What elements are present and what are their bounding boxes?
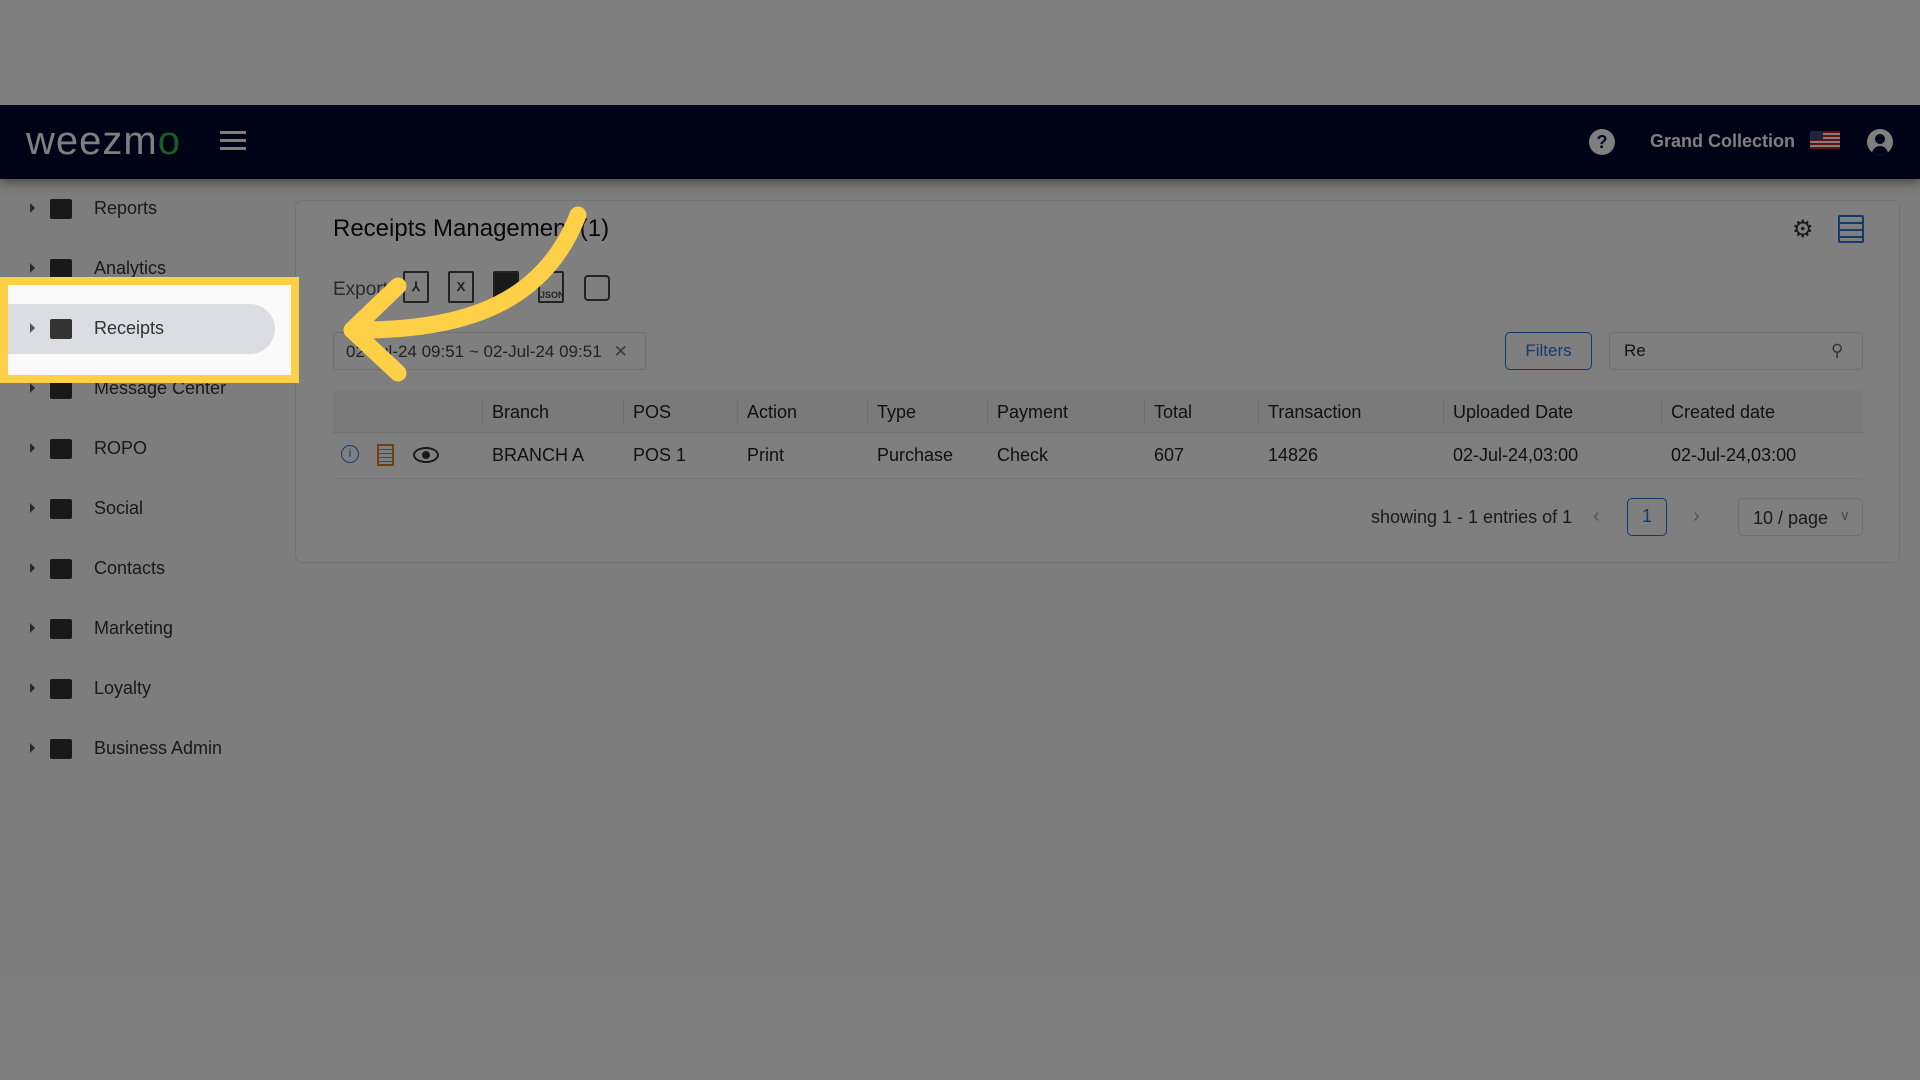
sidebar-item-business-admin[interactable]: Business Admin	[0, 724, 290, 774]
column-header[interactable]: Total	[1143, 400, 1192, 424]
sidebar-item-social[interactable]: Social	[0, 484, 290, 534]
column-header[interactable]: Created date	[1660, 400, 1775, 424]
eye-icon[interactable]	[413, 447, 439, 463]
dashboard-icon	[50, 199, 72, 219]
sidebar-item-loyalty[interactable]: Loyalty	[0, 664, 290, 714]
date-range: 02-Jul-24 09:51 ~ 02-Jul-24 09:51	[346, 342, 602, 361]
top-margin	[0, 0, 1920, 105]
sidebar-item-label: Business Admin	[94, 738, 223, 758]
sidebar-item-label: Loyalty	[94, 678, 152, 698]
caret-right-icon	[30, 263, 35, 273]
contacts-icon	[50, 559, 72, 579]
user-icon[interactable]	[1867, 129, 1893, 155]
brand-name[interactable]: Grand Collection	[1650, 131, 1795, 152]
bar-chart-icon	[50, 259, 72, 279]
caret-right-icon	[30, 323, 35, 333]
us-flag-icon[interactable]	[1810, 131, 1840, 149]
caret-right-icon	[30, 623, 35, 633]
receipts-card: Receipts Management (1) ⚙ Export ⅄ X JSO…	[295, 200, 1900, 563]
chevron-down-icon: ∨	[1839, 507, 1850, 523]
csv-icon[interactable]	[493, 271, 519, 303]
column-header[interactable]: POS	[622, 400, 671, 424]
sidebar-item-ropo[interactable]: ROPO	[0, 424, 290, 474]
caret-right-icon	[30, 743, 35, 753]
logo[interactable]: weezmo	[26, 119, 181, 164]
help-icon[interactable]: ?	[1589, 129, 1615, 155]
caret-right-icon	[30, 203, 35, 213]
page-size-value: 10 / page	[1753, 508, 1829, 528]
table-row[interactable]: i BRANCH A POS 1 Print Purchase Check 607 1482…	[333, 433, 1863, 479]
column-header[interactable]: Type	[866, 400, 916, 424]
table-cell: 02-Jul-24,03:00	[1671, 445, 1797, 465]
export-label: Export	[333, 279, 388, 300]
column-header[interactable]: Transaction	[1257, 400, 1361, 424]
menu-icon[interactable]	[220, 131, 246, 151]
print-icon[interactable]	[584, 275, 610, 301]
table-cell: Check	[997, 445, 1049, 465]
sidebar-item-receipts[interactable]: Receipts	[0, 304, 275, 354]
table-cell: POS 1	[633, 445, 687, 465]
table-cell: 607	[1154, 445, 1185, 465]
megaphone-icon	[50, 619, 72, 639]
page-1-button[interactable]: 1	[1627, 498, 1667, 536]
caret-right-icon	[30, 383, 35, 393]
column-header[interactable]: Action	[736, 400, 797, 424]
chat-icon	[50, 379, 72, 399]
caret-right-icon	[30, 563, 35, 573]
table-cell: Print	[747, 445, 785, 465]
people-icon	[50, 499, 72, 519]
page-title: Receipts Management (1)	[333, 215, 610, 242]
page-size-select[interactable]: 10 / page ∨	[1738, 498, 1863, 536]
prev-page-icon[interactable]: ‹	[1593, 505, 1600, 528]
json-icon[interactable]: JSON	[538, 271, 565, 303]
info-icon[interactable]: i	[341, 445, 359, 463]
caret-right-icon	[30, 503, 35, 513]
gear-icon	[50, 739, 72, 759]
column-header[interactable]: Uploaded Date	[1442, 400, 1573, 424]
receipt-icon[interactable]	[377, 444, 394, 466]
sidebar-item-message-center[interactable]: Message Center	[0, 364, 290, 414]
caret-right-icon	[30, 443, 35, 453]
receipt-icon	[50, 319, 72, 339]
column-header[interactable]: Branch	[481, 400, 549, 424]
table-cell: 14826	[1268, 445, 1319, 465]
sidebar-item-contacts[interactable]: Contacts	[0, 544, 290, 594]
bottom-margin	[0, 975, 1920, 1080]
top-nav: weezmo ? Grand Collection	[0, 105, 1920, 179]
sidebar-item-label: Receipts	[94, 318, 165, 338]
sidebar-item-reports[interactable]: Reports	[0, 184, 290, 234]
table-cell: 02-Jul-24,03:00	[1453, 445, 1579, 465]
sidebar-item-label: Marketing	[94, 618, 174, 638]
table-header: Branch POS Action Type Payment Total Transacti…	[333, 391, 1863, 433]
settings-icon[interactable]: ⚙	[1792, 215, 1814, 244]
caret-right-icon	[30, 683, 35, 693]
infinity-icon	[50, 439, 72, 459]
sidebar-item-marketing[interactable]: Marketing	[0, 604, 290, 654]
next-page-icon[interactable]: ›	[1693, 505, 1700, 528]
pagination-info: showing 1 - 1 entries of 1	[1371, 507, 1573, 527]
table-cell: BRANCH A	[492, 445, 585, 465]
excel-icon[interactable]: X	[448, 271, 474, 303]
sidebar-item-label: ROPO	[94, 438, 148, 458]
search-input[interactable]	[1609, 332, 1863, 370]
sidebar-item-label: Reports	[94, 198, 158, 218]
app: weezmo ? Grand Collection Reports Analyti…	[0, 105, 1920, 975]
search-icon[interactable]: ⚲	[1831, 341, 1843, 361]
sidebar-item-label: Analytics	[94, 258, 167, 278]
sidebar-item-analytics[interactable]: Analytics	[0, 244, 290, 294]
sidebar-item-label: Contacts	[94, 558, 166, 578]
tag-icon	[50, 679, 72, 699]
date-filter-chip[interactable]: 02-Jul-24 09:51 ~ 02-Jul-24 09:51 ✕	[333, 332, 646, 370]
sidebar-item-label: Message Center	[94, 378, 227, 398]
close-icon[interactable]: ✕	[614, 342, 628, 361]
column-settings-icon[interactable]	[1838, 215, 1864, 243]
column-header[interactable]: Payment	[986, 400, 1068, 424]
sidebar-item-label: Social	[94, 498, 144, 518]
filters-button[interactable]: Filters	[1505, 332, 1592, 370]
table-cell: Purchase	[877, 445, 954, 465]
pdf-icon[interactable]: ⅄	[403, 271, 429, 303]
